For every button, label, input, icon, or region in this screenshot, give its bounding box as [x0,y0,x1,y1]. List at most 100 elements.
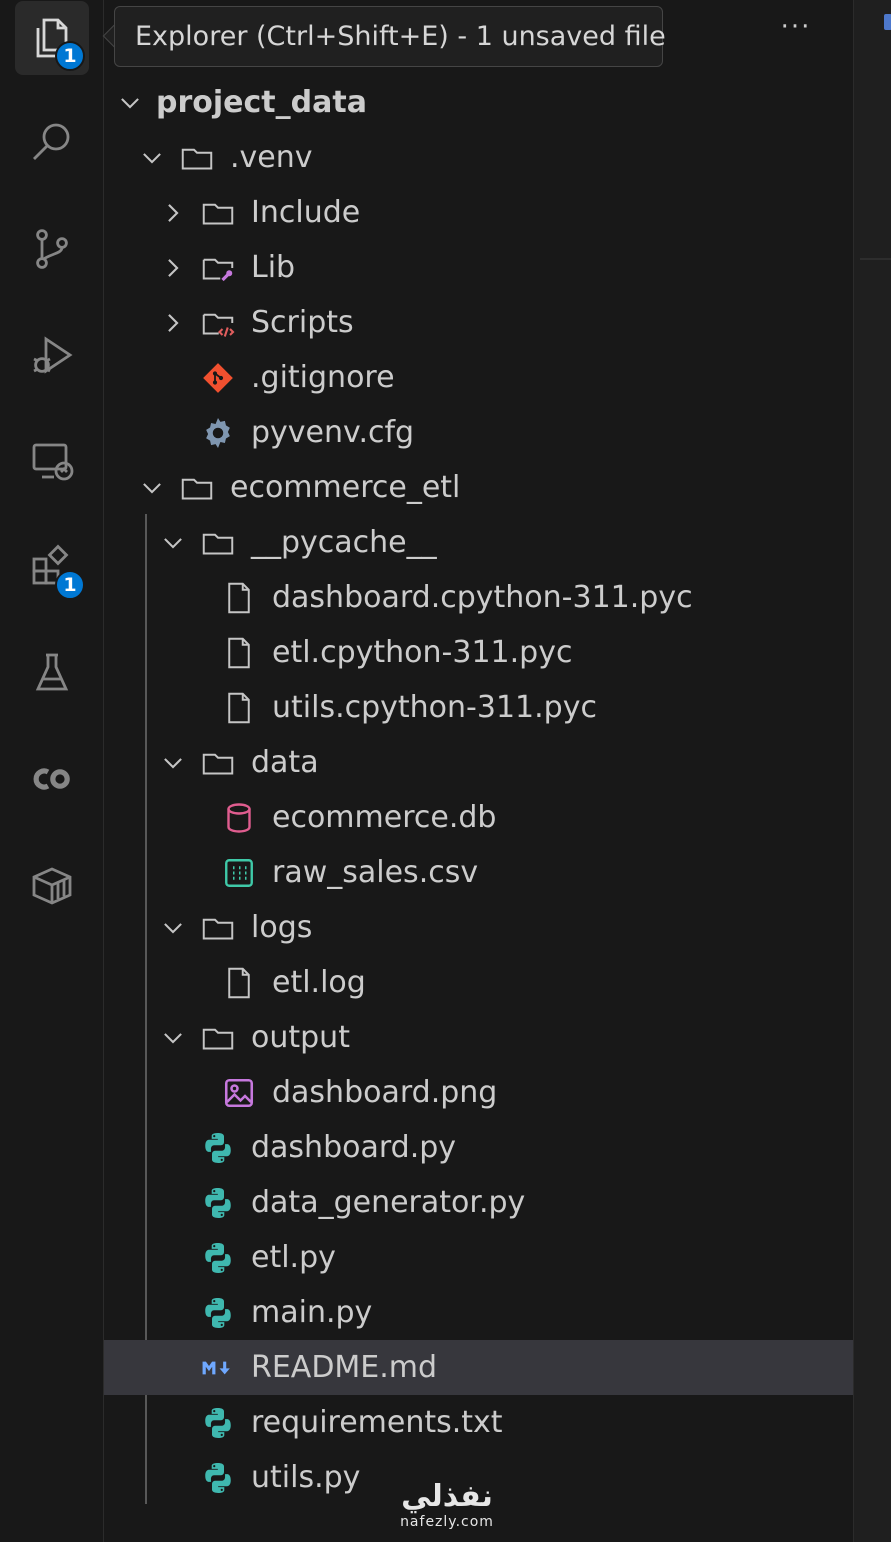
folder-icon [199,194,237,232]
image-icon [220,1074,258,1112]
search-icon [33,123,70,160]
tree-folder[interactable]: .venv [104,130,853,185]
git-icon [199,359,237,397]
source-control-button[interactable] [15,212,89,286]
tree-item-label: .venv [230,140,313,175]
folder-icon [199,524,237,562]
python-icon [199,1404,237,1442]
chevron-down-icon[interactable] [159,914,187,942]
more-actions-button[interactable]: ··· [770,12,822,48]
tree-folder[interactable]: ecommerce_etl [104,460,853,515]
folder-icon [199,1019,237,1057]
activity-bar: 1 1 [0,0,104,1542]
tree-item-label: ecommerce_etl [230,470,461,505]
chevron-down-icon[interactable] [116,89,144,117]
tree-item-label: README.md [251,1350,438,1385]
tree-item-label: logs [251,910,313,945]
tree-file[interactable]: dashboard.py [104,1120,853,1175]
tree-item-label: .gitignore [251,360,395,395]
chevron-right-icon[interactable] [159,254,187,282]
remote-explorer-button[interactable] [15,424,89,498]
explorer-button[interactable]: 1 [15,1,89,75]
search-button[interactable] [15,106,89,180]
file-icon [220,964,258,1002]
tree-item-label: Lib [251,250,296,285]
tree-folder[interactable]: logs [104,900,853,955]
vscode-window: 1 1 Explorer (Ctrl+Shift+E) - 1 unsaved … [0,0,891,1542]
chevron-right-icon[interactable] [159,199,187,227]
table-icon [220,854,258,892]
colab-button[interactable] [15,742,89,816]
tree-folder[interactable]: __pycache__ [104,515,853,570]
tree-file[interactable]: .gitignore [104,350,853,405]
testing-button[interactable] [15,636,89,710]
folder-icon [178,469,216,507]
folder-library-icon [199,249,237,287]
tree-file[interactable]: dashboard.cpython-311.pyc [104,570,853,625]
tree-item-label: utils.py [251,1460,361,1495]
extensions-badge: 1 [55,570,85,600]
tree-item-label: dashboard.png [272,1075,498,1110]
tree-item-label: project_data [156,85,367,120]
tree-folder[interactable]: Include [104,185,853,240]
chevron-right-icon[interactable] [159,309,187,337]
chevron-down-icon[interactable] [159,1024,187,1052]
folder-icon [199,744,237,782]
tree-item-label: __pycache__ [251,525,437,560]
tree-item-label: main.py [251,1295,373,1330]
containers-button[interactable] [15,848,89,922]
tree-file[interactable]: README.md [104,1340,853,1395]
colab-icon [33,768,70,790]
extensions-button[interactable]: 1 [15,530,89,604]
tree-file[interactable]: etl.py [104,1230,853,1285]
tree-item-label: Scripts [251,305,354,340]
tree-folder[interactable]: output [104,1010,853,1065]
chevron-down-icon[interactable] [159,529,187,557]
run-debug-button[interactable] [15,318,89,392]
tree-file[interactable]: pyvenv.cfg [104,405,853,460]
folder-icon [199,909,237,947]
remote-explorer-icon [32,443,74,481]
explorer-badge: 1 [55,41,85,71]
run-debug-icon [33,336,73,374]
explorer-tooltip: Explorer (Ctrl+Shift+E) - 1 unsaved file [114,6,666,67]
gear-icon [199,414,237,452]
tree-file[interactable]: main.py [104,1285,853,1340]
tree-file[interactable]: utils.cpython-311.pyc [104,680,853,735]
tree-item-label: Include [251,195,361,230]
python-icon [199,1294,237,1332]
tree-folder[interactable]: data [104,735,853,790]
watermark: نفذلي nafezly.com [392,1480,502,1542]
tree-file[interactable]: ecommerce.db [104,790,853,845]
tree-file[interactable]: data_generator.py [104,1175,853,1230]
file-icon [220,579,258,617]
folder-scripts-icon [199,304,237,342]
tree-item-label: dashboard.cpython-311.pyc [272,580,693,615]
chevron-down-icon[interactable] [159,749,187,777]
file-icon [220,689,258,727]
python-icon [199,1184,237,1222]
tree-folder[interactable]: Lib [104,240,853,295]
chevron-down-icon[interactable] [138,144,166,172]
chevron-down-icon[interactable] [138,474,166,502]
explorer-tree: project_data .venv Include Lib Scripts .gitig… [104,75,853,1505]
tree-file[interactable]: dashboard.png [104,1065,853,1120]
tree-file[interactable]: raw_sales.csv [104,845,853,900]
editor-tab-divider [860,258,891,260]
tree-folder[interactable]: Scripts [104,295,853,350]
tree-item-label: etl.cpython-311.pyc [272,635,573,670]
tree-item-label: ecommerce.db [272,800,497,835]
tree-root[interactable]: project_data [104,75,853,130]
folder-icon [178,139,216,177]
python-icon [199,1239,237,1277]
container-icon [32,867,72,905]
markdown-icon [199,1349,237,1387]
editor-area-edge [853,0,891,1542]
tree-file[interactable]: requirements.txt [104,1395,853,1450]
tree-item-label: data [251,745,319,780]
tree-item-label: data_generator.py [251,1185,526,1220]
tree-item-label: dashboard.py [251,1130,457,1165]
tree-file[interactable]: etl.cpython-311.pyc [104,625,853,680]
source-control-icon [36,229,68,269]
tree-file[interactable]: etl.log [104,955,853,1010]
